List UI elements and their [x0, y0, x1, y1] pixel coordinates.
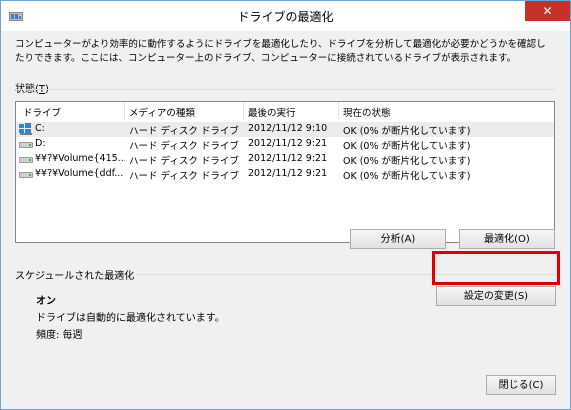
schedule-heading: スケジュールされた最適化: [15, 271, 135, 282]
current-status: OK (0% が断片化しています): [343, 126, 471, 137]
drive-row[interactable]: D: ハード ディスク ドライブ 2012/11/12 9:21 OK (0% …: [16, 137, 554, 152]
column-separator: [338, 102, 339, 120]
change-settings-button[interactable]: 設定の変更(S): [436, 286, 556, 306]
windows-drive-icon: [19, 123, 32, 135]
last-run: 2012/11/12 9:21: [248, 138, 328, 149]
column-header-current-status[interactable]: 現在の状態: [343, 105, 391, 119]
media-type: ハード ディスク ドライブ: [129, 141, 239, 152]
column-separator: [243, 102, 244, 120]
window-close-button[interactable]: ✕: [525, 1, 570, 21]
window-title: ドライブの最適化: [237, 10, 334, 24]
current-status: OK (0% が断片化しています): [343, 156, 471, 167]
current-status: OK (0% が断片化しています): [343, 141, 471, 152]
schedule-frequency: 頻度: 毎週: [36, 330, 83, 341]
last-run: 2012/11/12 9:21: [248, 168, 328, 179]
media-type: ハード ディスク ドライブ: [129, 126, 239, 137]
drive-row[interactable]: C: ハード ディスク ドライブ 2012/11/12 9:10 OK (0% …: [16, 122, 554, 137]
column-separator: [124, 102, 125, 120]
drive-name: D:: [35, 138, 46, 149]
status-section-label: 状態(T): [15, 80, 49, 95]
column-header-drive[interactable]: ドライブ: [23, 105, 61, 119]
column-header-media-type[interactable]: メディアの種類: [129, 105, 195, 119]
drives-list[interactable]: ドライブ メディアの種類 最後の実行 現在の状態 C: ハード ディスク ドライ…: [15, 101, 555, 243]
list-header: ドライブ メディアの種類 最後の実行 現在の状態: [16, 102, 554, 120]
drive-row[interactable]: ¥¥?¥Volume{ddf... ハード ディスク ドライブ 2012/11/…: [16, 167, 554, 182]
content-area: コンピューターがより効率的に動作するようにドライブを最適化したり、ドライブを分析…: [1, 31, 570, 409]
hard-drive-icon: [19, 142, 33, 148]
last-run: 2012/11/12 9:10: [248, 123, 328, 134]
media-type: ハード ディスク ドライブ: [129, 171, 239, 182]
media-type: ハード ディスク ドライブ: [129, 156, 239, 167]
drive-name: ¥¥?¥Volume{ddf...: [35, 168, 124, 179]
title-bar: ドライブの最適化 ✕: [1, 1, 570, 31]
status-divider: [15, 89, 556, 90]
optimize-button[interactable]: 最適化(O): [459, 229, 555, 249]
drive-name: C:: [35, 123, 45, 134]
hard-drive-icon: [19, 157, 33, 163]
current-status: OK (0% が断片化しています): [343, 171, 471, 182]
close-button[interactable]: 閉じる(C): [486, 375, 556, 395]
description-text: コンピューターがより効率的に動作するようにドライブを最適化したり、ドライブを分析…: [15, 39, 546, 64]
drive-name: ¥¥?¥Volume{415...: [35, 153, 125, 164]
highlight-box: [432, 251, 560, 285]
optimize-drives-window: ドライブの最適化 ✕ コンピューターがより効率的に動作するようにドライブを最適化…: [0, 0, 571, 410]
column-header-last-run[interactable]: 最後の実行: [248, 105, 296, 119]
schedule-state: オン: [36, 296, 56, 307]
last-run: 2012/11/12 9:21: [248, 153, 328, 164]
analyze-button[interactable]: 分析(A): [350, 229, 446, 249]
drive-row[interactable]: ¥¥?¥Volume{415... ハード ディスク ドライブ 2012/11/…: [16, 152, 554, 167]
schedule-detail: ドライブは自動的に最適化されています。: [36, 313, 225, 324]
hard-drive-icon: [19, 172, 33, 178]
